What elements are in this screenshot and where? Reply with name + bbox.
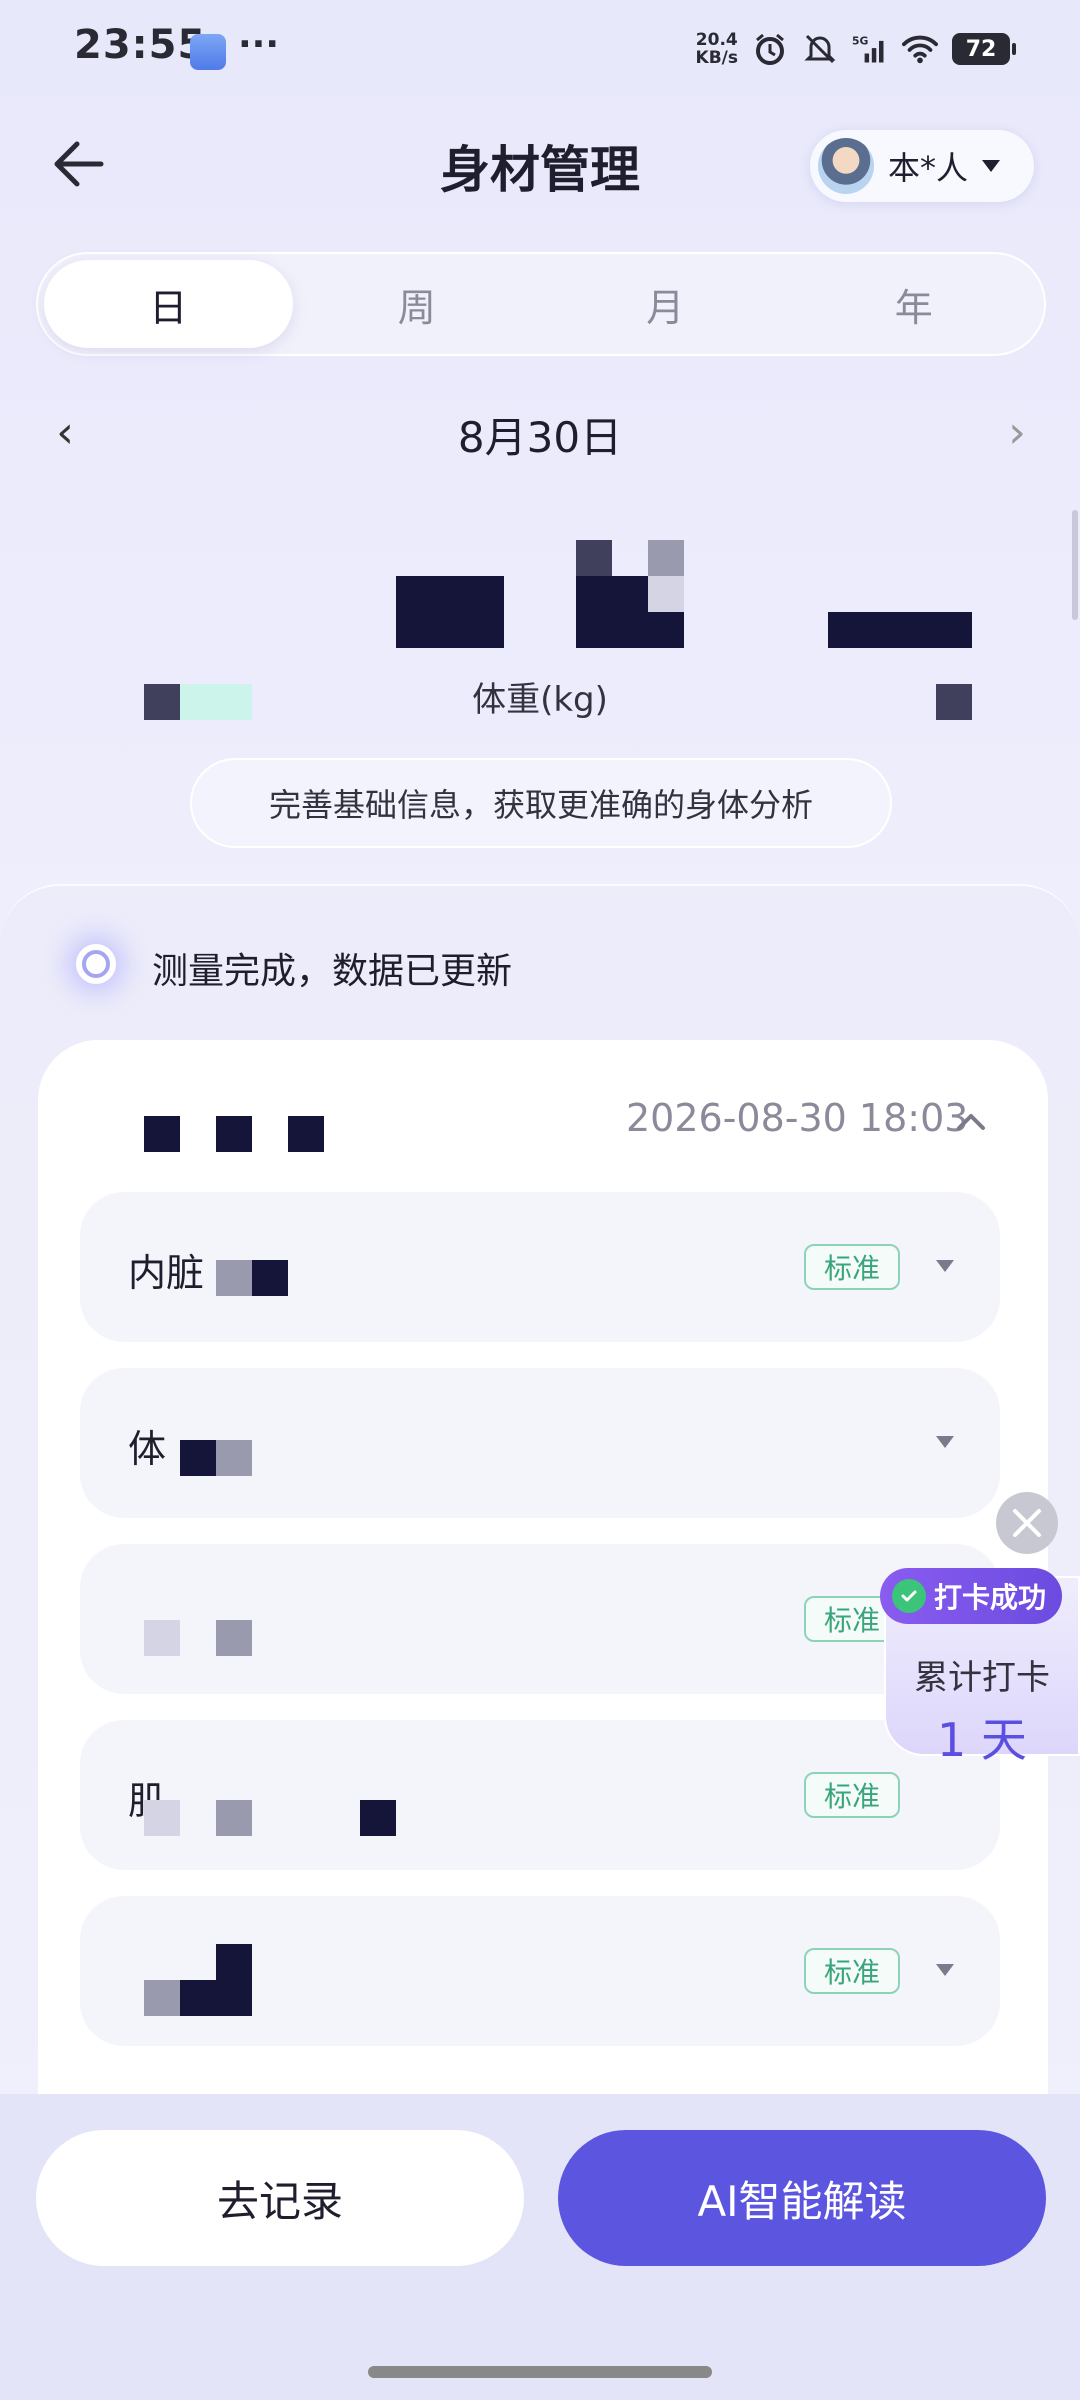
alarm-icon [752, 31, 788, 67]
metric-value-mosaic [216, 1440, 252, 1476]
status-time: 23:55 [74, 22, 207, 68]
net-speed: 20.4 KB/s [696, 31, 738, 67]
battery-indicator: 72 [952, 33, 1016, 65]
period-tabs: 日 周 月 年 [36, 252, 1046, 356]
metric-value-mosaic [180, 1980, 252, 2016]
status-dot-icon [76, 944, 116, 984]
chevron-up-icon[interactable] [956, 1108, 986, 1138]
record-button[interactable]: 去记录 [36, 2130, 524, 2266]
wifi-icon [902, 31, 938, 67]
caret-down-icon[interactable] [936, 1964, 954, 1976]
record-timestamp: 2026-08-30 18:03 [626, 1096, 969, 1140]
tab-year[interactable]: 年 [790, 260, 1039, 348]
check-icon [892, 1579, 926, 1613]
tab-day[interactable]: 日 [44, 260, 293, 348]
metric-value-mosaic [144, 1800, 180, 1836]
metric-label: 内脏 [128, 1251, 205, 1295]
scrollbar[interactable] [1072, 510, 1078, 620]
checkin-badge-text: 打卡成功 [934, 1581, 1047, 1614]
caret-down-icon[interactable] [936, 1436, 954, 1448]
status-badge: 标准 [804, 1772, 900, 1818]
tab-week[interactable]: 周 [293, 260, 542, 348]
net-speed-value: 20.4 [695, 30, 738, 50]
measurement-status: 测量完成，数据已更新 [152, 951, 513, 992]
network-type: 5G [852, 35, 869, 48]
signal-icon: 5G [852, 31, 888, 67]
metric-value-mosaic [216, 1944, 252, 1980]
metric-value-mosaic [144, 1620, 180, 1656]
metric-value-mosaic [180, 1440, 216, 1476]
close-widget-button[interactable] [996, 1492, 1058, 1554]
status-badge: 标准 [804, 1244, 900, 1290]
status-badge: 标准 [804, 1948, 900, 1994]
weight-unit-label: 体重(kg) [472, 680, 608, 720]
status-bar: 23:55 ··· 20.4 KB/s 5G 72 [0, 0, 1080, 96]
gallery-app-icon [190, 34, 226, 70]
mute-bell-icon [802, 31, 838, 67]
checkin-success-badge: 打卡成功 [880, 1568, 1062, 1624]
net-speed-unit: KB/s [695, 48, 738, 68]
tab-month[interactable]: 月 [541, 260, 790, 348]
status-icons: 20.4 KB/s 5G 72 [696, 24, 1016, 74]
avatar [818, 138, 874, 194]
user-name: 本*人 [888, 149, 969, 187]
metric-row[interactable]: 标准 [80, 1544, 1000, 1694]
home-indicator[interactable] [368, 2366, 712, 2378]
next-date-button[interactable]: › [992, 404, 1042, 460]
metric-value-mosaic [252, 1260, 288, 1296]
ai-analysis-button[interactable]: AI智能解读 [558, 2130, 1046, 2266]
checkin-days: 1 天 [937, 1713, 1027, 1767]
complete-profile-prompt[interactable]: 完善基础信息，获取更准确的身体分析 [190, 758, 892, 848]
status-overflow: ··· [238, 24, 280, 65]
user-switcher[interactable]: 本*人 [810, 130, 1034, 202]
current-date: 8月30日 [457, 413, 623, 462]
metric-value-mosaic [216, 1260, 252, 1296]
caret-down-icon [982, 160, 1001, 172]
metric-value-mosaic [216, 1800, 252, 1836]
metric-value-mosaic [216, 1620, 252, 1656]
metric-value-mosaic [144, 1980, 180, 2016]
metric-label: 体 [128, 1427, 167, 1471]
caret-down-icon[interactable] [936, 1260, 954, 1272]
checkin-title: 累计打卡 [914, 1658, 1050, 1698]
metric-value-mosaic [360, 1800, 396, 1836]
metric-row[interactable]: 肌 标准 [80, 1720, 1000, 1870]
